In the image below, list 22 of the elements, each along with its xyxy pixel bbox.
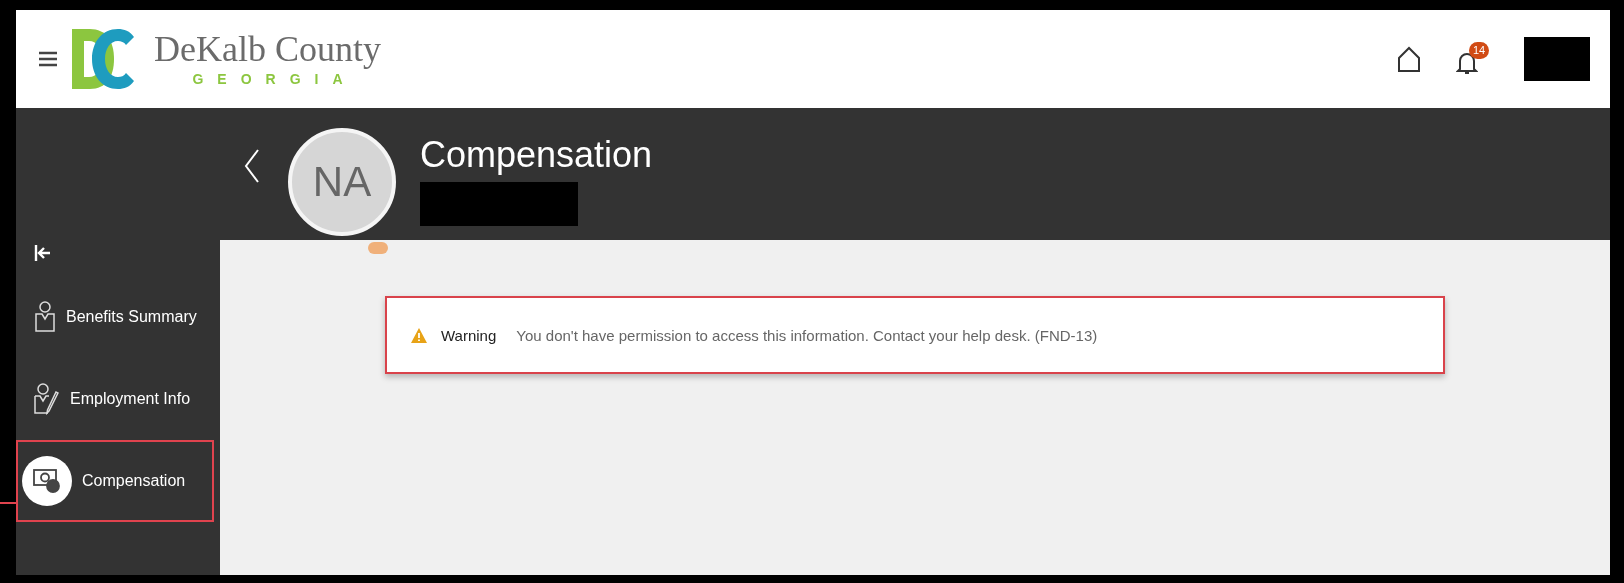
- menu-button[interactable]: [38, 50, 58, 68]
- notifications-button[interactable]: 14: [1456, 42, 1490, 76]
- notification-badge: 14: [1469, 42, 1490, 59]
- money-icon: [22, 456, 72, 506]
- sidebar-item[interactable]: Compensation: [16, 440, 214, 522]
- page-title: Compensation: [420, 134, 653, 176]
- home-button[interactable]: [1398, 46, 1420, 72]
- warning-label: Warning: [441, 326, 497, 344]
- more-icon: [368, 242, 388, 254]
- redaction: [1524, 37, 1590, 81]
- person-pen-icon: [34, 383, 60, 415]
- warning-icon: [411, 327, 427, 343]
- leader-line: [0, 502, 18, 504]
- collapse-button[interactable]: [34, 244, 52, 262]
- warning-text: You don't have permission to access this information. Contact your help desk. (FND-13): [516, 326, 1098, 344]
- sidebar-item[interactable]: Employment Info: [16, 358, 214, 440]
- person-icon: [34, 301, 56, 333]
- back-button[interactable]: [244, 148, 260, 184]
- logo-icon: [70, 27, 136, 91]
- brand-name: DeKalb County: [154, 31, 381, 67]
- brand-subtitle: GEORGIA: [191, 71, 357, 87]
- sidebar-item[interactable]: Benefits Summary: [16, 276, 214, 358]
